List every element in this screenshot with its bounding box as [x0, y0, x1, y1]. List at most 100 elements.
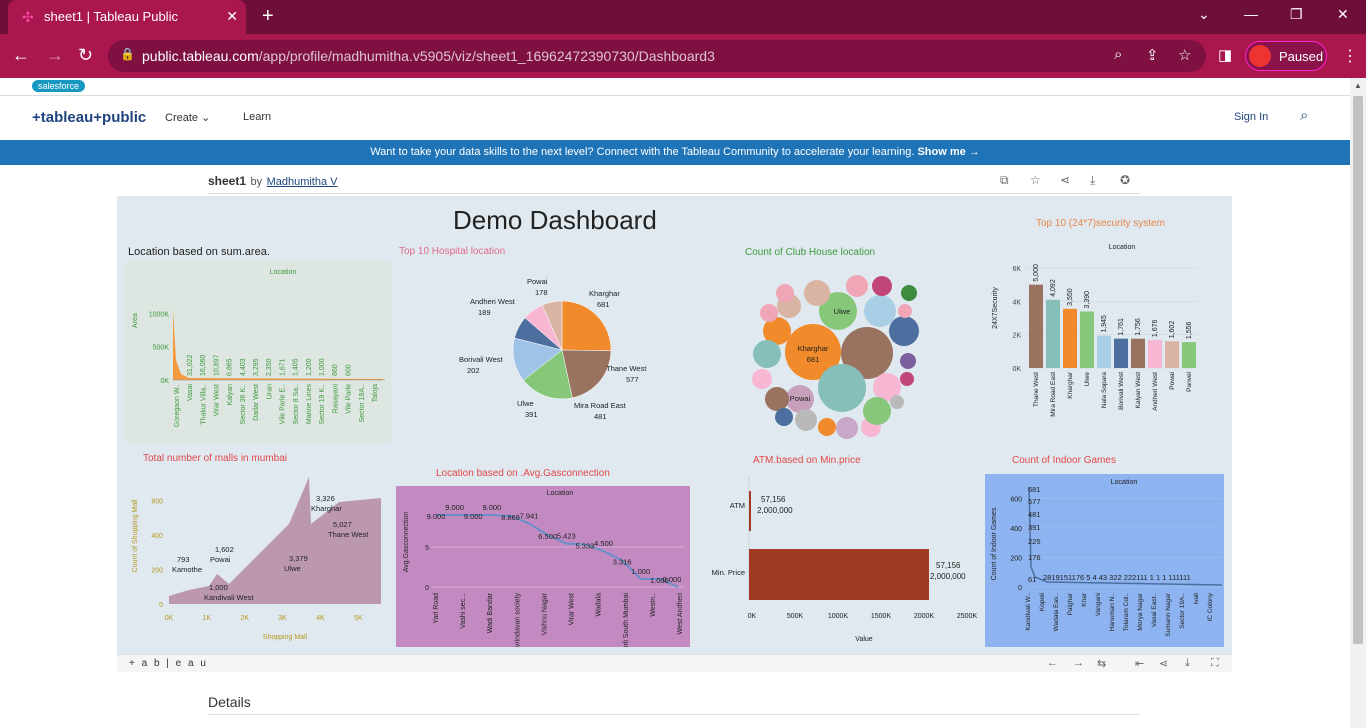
c5-ytick: 0 — [159, 602, 163, 609]
zoom-icon[interactable]: ⌕ — [1114, 46, 1122, 63]
fullscreen-icon[interactable]: ⛶ — [1211, 657, 1219, 670]
badge-icon[interactable]: ✪ — [1120, 173, 1130, 187]
c5-ytick: 400 — [151, 533, 163, 540]
c7-xtick: 1000K — [828, 613, 849, 620]
chart-security-bar[interactable]: Location 24X7Security 6K 4K 2K 0K 5,000 Thane… — [987, 236, 1227, 436]
share-icon[interactable]: ⋖ — [1060, 173, 1070, 187]
close-tab-icon[interactable]: ✕ — [226, 8, 238, 25]
chart-gas-line[interactable]: Location Avg.Gasconnection 509.0009.0009… — [396, 486, 690, 647]
c3-bubble — [890, 395, 904, 409]
site-header: +tableau+public Create ⌄ Learn Sign In ⌕ — [0, 96, 1350, 140]
c2-slice-value: 178 — [535, 288, 548, 297]
by-label: by — [250, 176, 263, 188]
sign-in-link[interactable]: Sign In — [1234, 111, 1268, 123]
c3-bubble — [752, 369, 772, 389]
c3-bubble — [818, 364, 866, 412]
c6-value-label: 1.000 — [631, 567, 650, 576]
chart-hospital-pie[interactable]: Kharghar 681 Thane West 577 Mira Road East 48… — [417, 266, 647, 436]
c8-value-label: 176 — [1028, 553, 1041, 562]
nav-create[interactable]: Create ⌄ — [165, 111, 210, 124]
c8-xtick: Hanuman N.. — [1109, 593, 1116, 631]
profile-button[interactable]: Paused — [1245, 41, 1327, 71]
forward-icon[interactable]: → — [46, 45, 64, 66]
nav-learn[interactable]: Learn — [243, 111, 271, 123]
tableau-public-logo[interactable]: +tableau+public — [32, 109, 146, 126]
minimize-icon[interactable]: — — [1244, 6, 1258, 22]
chart-indoor-line[interactable]: Location Count of Indoor Games 600 400 200… — [985, 474, 1224, 647]
c4-ytick: 2K — [1012, 333, 1021, 340]
c1-ytick: 500K — [153, 345, 170, 352]
c8-xtick: Tolaram Col.. — [1123, 593, 1130, 631]
c2-slice-value: 681 — [597, 300, 610, 309]
sheet-name: sheet1 — [208, 174, 247, 188]
redo-icon[interactable]: → — [1073, 657, 1084, 669]
chart-area-location[interactable]: Location Area 1000K 500K 0K Goregaon W.. Vas… — [125, 262, 391, 442]
c7-ytick: Min. Price — [712, 568, 745, 577]
viz-toolbar: + a b | e a u ← → ⇆ ⇤ ⋖ ⤓ ⛶ — [117, 654, 1232, 672]
show-me-link[interactable]: Show me → — [917, 146, 979, 158]
c2-slice-value: 202 — [467, 366, 480, 375]
title-hospital: Top 10 Hospital location — [399, 246, 506, 257]
c4-bar — [1097, 335, 1111, 368]
c7-bar-atm — [749, 491, 751, 531]
c1-value-label: 1,200 — [306, 358, 313, 376]
c5-annotation-name: Powai — [210, 555, 231, 564]
c1-xtick: Sector 36 K.. — [240, 384, 247, 425]
c4-bar — [1114, 338, 1128, 368]
revert-icon[interactable]: ⇆ — [1097, 657, 1106, 670]
c6-ytick: 5 — [425, 545, 429, 552]
c1-xtick: Thakur Villa.. — [200, 384, 207, 425]
c3-bubble — [900, 372, 914, 386]
chart-club-bubbles[interactable]: Kharghar 681 Ulwe Powai — [747, 271, 927, 441]
c5-annotation-value: 1,000 — [209, 583, 228, 592]
bookmark-star-icon[interactable]: ☆ — [1178, 46, 1191, 64]
favorite-star-icon[interactable]: ☆ — [1030, 173, 1041, 187]
browser-tab[interactable]: ✣ sheet1 | Tableau Public ✕ — [8, 0, 246, 34]
undo-icon[interactable]: ← — [1047, 657, 1058, 669]
restore-icon[interactable]: ❐ — [1290, 6, 1303, 23]
download-icon[interactable]: ⤓ — [1090, 173, 1095, 188]
share-icon[interactable]: ⋖ — [1159, 657, 1168, 670]
c7-value-label: 57,156 — [761, 495, 786, 504]
c5-annotation-name: Kharghar — [311, 504, 342, 513]
c1-value-label: 10,897 — [213, 354, 220, 376]
reload-icon[interactable]: ↻ — [78, 45, 93, 66]
side-panel-icon[interactable]: ◨ — [1218, 46, 1232, 64]
c8-xtick: Sector 19A.. — [1179, 593, 1186, 629]
c7-xtick: 1500K — [871, 613, 892, 620]
scroll-thumb[interactable] — [1353, 96, 1363, 644]
bookmarks-bar: salesforce — [0, 78, 1350, 96]
scroll-up-icon[interactable]: ▲ — [1354, 81, 1362, 90]
tableau-footer-logo[interactable]: + a b | e a u — [129, 658, 208, 669]
bookmark-salesforce[interactable]: salesforce — [32, 80, 86, 92]
c6-value-label: 9.000 — [482, 503, 501, 512]
c4-xtick: Powai — [1169, 372, 1176, 390]
chart-malls-area[interactable]: Shopping Mall Count of Shopping Mall 600… — [125, 466, 395, 646]
tableau-favicon-icon: ✣ — [22, 9, 34, 25]
tab-search-chevron-icon[interactable]: ⌄ — [1198, 6, 1210, 23]
url-bar[interactable]: 🔒 public.tableau.com/app/profile/madhumi… — [108, 40, 1206, 72]
back-icon[interactable]: ← — [12, 45, 30, 66]
c1-xtick: Sector 8 Sa.. — [293, 384, 300, 425]
page-scrollbar[interactable]: ▲ — [1350, 78, 1366, 728]
new-tab-icon[interactable]: + — [262, 5, 274, 28]
download-icon[interactable]: ⤓ — [1185, 657, 1190, 670]
c1-value-label: 31,022 — [187, 354, 194, 376]
c1-value-label: 6,865 — [227, 358, 234, 376]
menu-kebab-icon[interactable]: ⋮ — [1342, 46, 1358, 66]
revert-all-icon[interactable]: ⇤ — [1135, 657, 1144, 670]
copy-icon[interactable]: ⧉ — [1000, 173, 1009, 188]
close-window-icon[interactable]: ✕ — [1337, 6, 1349, 23]
c5-annotation-value: 3,326 — [316, 494, 335, 503]
c5-xtick: 4K — [316, 615, 325, 622]
share-icon[interactable]: ⇪ — [1146, 46, 1159, 64]
c4-bar — [1080, 311, 1094, 368]
c3-bubble — [804, 280, 830, 306]
chart-atm-bar[interactable]: Value ATM Min. Price 57,156 2,000,000 57,156… — [701, 471, 991, 651]
c4-value-label: 3,390 — [1084, 291, 1091, 309]
c5-annotation-name: Kamothe — [172, 565, 202, 574]
dashboard[interactable]: Demo Dashboard Location based on sum.are… — [117, 196, 1232, 654]
search-icon[interactable]: ⌕ — [1300, 107, 1308, 124]
author-link[interactable]: Madhumitha V — [267, 176, 338, 188]
c5-xtick: 2K — [240, 615, 249, 622]
